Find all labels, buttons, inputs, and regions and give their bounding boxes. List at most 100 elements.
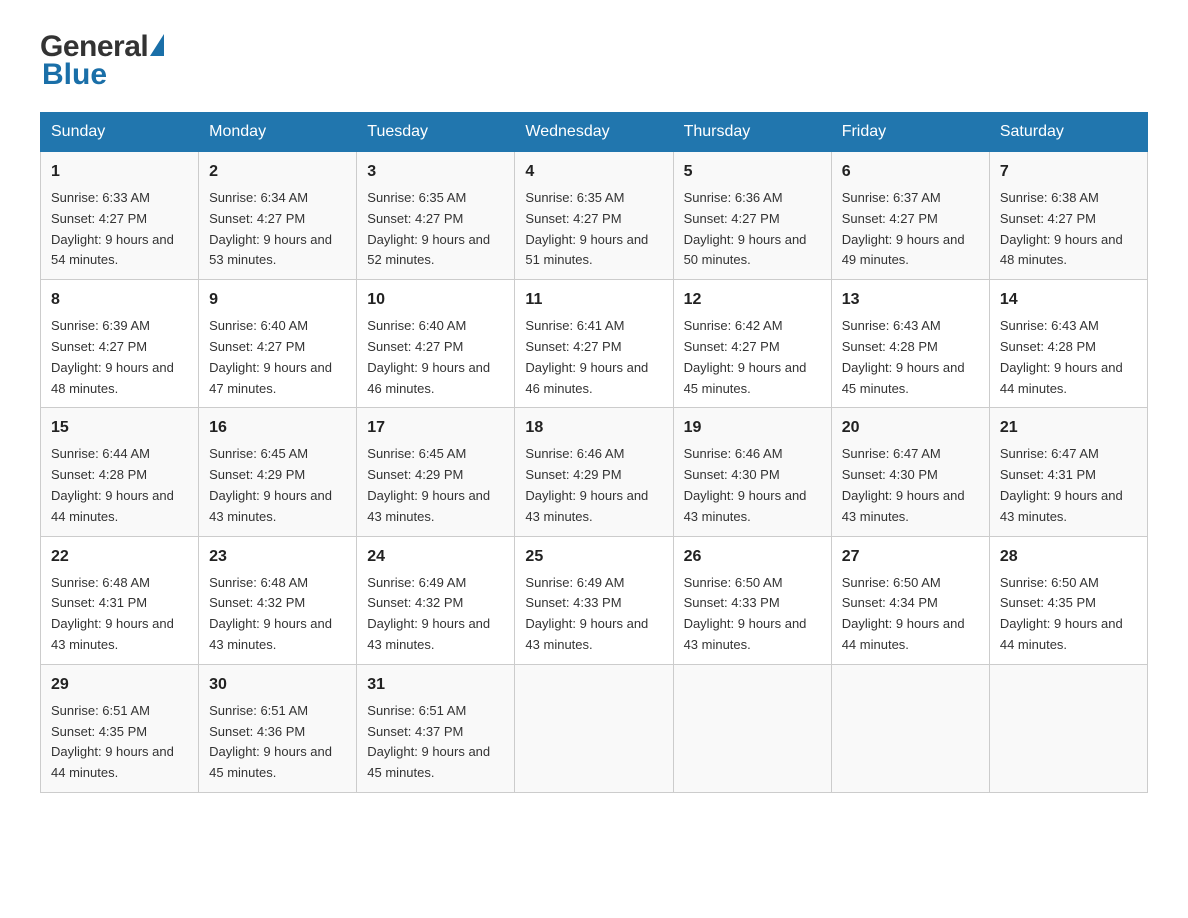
header-day-thursday: Thursday bbox=[673, 113, 831, 152]
day-info: Sunrise: 6:36 AMSunset: 4:27 PMDaylight:… bbox=[684, 188, 821, 271]
day-number: 29 bbox=[51, 673, 188, 697]
day-cell-6: 6Sunrise: 6:37 AMSunset: 4:27 PMDaylight… bbox=[831, 152, 989, 280]
day-info: Sunrise: 6:51 AMSunset: 4:36 PMDaylight:… bbox=[209, 701, 346, 784]
day-number: 21 bbox=[1000, 416, 1137, 440]
day-cell-28: 28Sunrise: 6:50 AMSunset: 4:35 PMDayligh… bbox=[989, 536, 1147, 664]
day-cell-27: 27 Sunrise: 6:50 AMSunset: 4:34 PMDayligh… bbox=[831, 536, 989, 664]
day-cell-8: 8Sunrise: 6:39 AMSunset: 4:27 PMDaylight… bbox=[41, 280, 199, 408]
header-day-saturday: Saturday bbox=[989, 113, 1147, 152]
day-cell-19: 19Sunrise: 6:46 AMSunset: 4:30 PMDayligh… bbox=[673, 408, 831, 536]
day-cell-15: 15Sunrise: 6:44 AMSunset: 4:28 PMDayligh… bbox=[41, 408, 199, 536]
day-number: 3 bbox=[367, 160, 504, 184]
header-day-friday: Friday bbox=[831, 113, 989, 152]
day-number: 18 bbox=[525, 416, 662, 440]
day-cell-1: 1 Sunrise: 6:33 AMSunset: 4:27 PMDaylight… bbox=[41, 152, 199, 280]
day-cell-11: 11 Sunrise: 6:41 AMSunset: 4:27 PMDayligh… bbox=[515, 280, 673, 408]
header-day-sunday: Sunday bbox=[41, 113, 199, 152]
week-row-3: 15Sunrise: 6:44 AMSunset: 4:28 PMDayligh… bbox=[41, 408, 1148, 536]
day-number: 9 bbox=[209, 288, 346, 312]
day-number: 27 bbox=[842, 545, 979, 569]
day-cell-5: 5 Sunrise: 6:36 AMSunset: 4:27 PMDaylight… bbox=[673, 152, 831, 280]
day-number: 11 bbox=[525, 288, 662, 312]
logo: General Blue bbox=[40, 30, 164, 92]
day-cell-30: 30 Sunrise: 6:51 AMSunset: 4:36 PMDayligh… bbox=[199, 664, 357, 792]
page-header: General Blue bbox=[40, 30, 1148, 92]
day-info: Sunrise: 6:50 AMSunset: 4:33 PMDaylight:… bbox=[684, 573, 821, 656]
day-cell-12: 12Sunrise: 6:42 AMSunset: 4:27 PMDayligh… bbox=[673, 280, 831, 408]
day-cell-17: 17 Sunrise: 6:45 AMSunset: 4:29 PMDayligh… bbox=[357, 408, 515, 536]
day-cell-23: 23 Sunrise: 6:48 AMSunset: 4:32 PMDayligh… bbox=[199, 536, 357, 664]
day-info: Sunrise: 6:48 AMSunset: 4:32 PMDaylight:… bbox=[209, 573, 346, 656]
day-info: Sunrise: 6:45 AMSunset: 4:29 PMDaylight:… bbox=[209, 444, 346, 527]
day-info: Sunrise: 6:38 AMSunset: 4:27 PMDaylight:… bbox=[1000, 188, 1137, 271]
day-number: 6 bbox=[842, 160, 979, 184]
day-info: Sunrise: 6:51 AMSunset: 4:35 PMDaylight:… bbox=[51, 701, 188, 784]
day-cell-21: 21 Sunrise: 6:47 AMSunset: 4:31 PMDayligh… bbox=[989, 408, 1147, 536]
logo-triangle-icon bbox=[150, 34, 164, 56]
day-info: Sunrise: 6:41 AMSunset: 4:27 PMDaylight:… bbox=[525, 316, 662, 399]
day-info: Sunrise: 6:43 AMSunset: 4:28 PMDaylight:… bbox=[1000, 316, 1137, 399]
day-cell-22: 22 Sunrise: 6:48 AMSunset: 4:31 PMDayligh… bbox=[41, 536, 199, 664]
day-number: 22 bbox=[51, 545, 188, 569]
day-cell-26: 26 Sunrise: 6:50 AMSunset: 4:33 PMDayligh… bbox=[673, 536, 831, 664]
day-info: Sunrise: 6:48 AMSunset: 4:31 PMDaylight:… bbox=[51, 573, 188, 656]
day-number: 15 bbox=[51, 416, 188, 440]
day-cell-13: 13Sunrise: 6:43 AMSunset: 4:28 PMDayligh… bbox=[831, 280, 989, 408]
day-number: 2 bbox=[209, 160, 346, 184]
day-info: Sunrise: 6:47 AMSunset: 4:30 PMDaylight:… bbox=[842, 444, 979, 527]
header-day-tuesday: Tuesday bbox=[357, 113, 515, 152]
day-number: 24 bbox=[367, 545, 504, 569]
day-number: 8 bbox=[51, 288, 188, 312]
day-cell-3: 3 Sunrise: 6:35 AMSunset: 4:27 PMDaylight… bbox=[357, 152, 515, 280]
day-cell-7: 7 Sunrise: 6:38 AMSunset: 4:27 PMDaylight… bbox=[989, 152, 1147, 280]
day-cell-14: 14Sunrise: 6:43 AMSunset: 4:28 PMDayligh… bbox=[989, 280, 1147, 408]
empty-cell bbox=[515, 664, 673, 792]
day-number: 10 bbox=[367, 288, 504, 312]
day-cell-31: 31 Sunrise: 6:51 AMSunset: 4:37 PMDayligh… bbox=[357, 664, 515, 792]
day-info: Sunrise: 6:40 AMSunset: 4:27 PMDaylight:… bbox=[367, 316, 504, 399]
empty-cell bbox=[673, 664, 831, 792]
day-cell-24: 24 Sunrise: 6:49 AMSunset: 4:32 PMDayligh… bbox=[357, 536, 515, 664]
header-day-wednesday: Wednesday bbox=[515, 113, 673, 152]
day-info: Sunrise: 6:51 AMSunset: 4:37 PMDaylight:… bbox=[367, 701, 504, 784]
calendar-table: SundayMondayTuesdayWednesdayThursdayFrid… bbox=[40, 112, 1148, 793]
week-row-1: 1 Sunrise: 6:33 AMSunset: 4:27 PMDaylight… bbox=[41, 152, 1148, 280]
day-info: Sunrise: 6:47 AMSunset: 4:31 PMDaylight:… bbox=[1000, 444, 1137, 527]
day-info: Sunrise: 6:35 AMSunset: 4:27 PMDaylight:… bbox=[367, 188, 504, 271]
day-cell-9: 9 Sunrise: 6:40 AMSunset: 4:27 PMDaylight… bbox=[199, 280, 357, 408]
day-number: 13 bbox=[842, 288, 979, 312]
day-number: 30 bbox=[209, 673, 346, 697]
empty-cell bbox=[831, 664, 989, 792]
day-info: Sunrise: 6:42 AMSunset: 4:27 PMDaylight:… bbox=[684, 316, 821, 399]
day-info: Sunrise: 6:49 AMSunset: 4:32 PMDaylight:… bbox=[367, 573, 504, 656]
day-info: Sunrise: 6:45 AMSunset: 4:29 PMDaylight:… bbox=[367, 444, 504, 527]
day-info: Sunrise: 6:33 AMSunset: 4:27 PMDaylight:… bbox=[51, 188, 188, 271]
day-info: Sunrise: 6:40 AMSunset: 4:27 PMDaylight:… bbox=[209, 316, 346, 399]
day-info: Sunrise: 6:34 AMSunset: 4:27 PMDaylight:… bbox=[209, 188, 346, 271]
day-info: Sunrise: 6:50 AMSunset: 4:35 PMDaylight:… bbox=[1000, 573, 1137, 656]
day-number: 23 bbox=[209, 545, 346, 569]
day-number: 5 bbox=[684, 160, 821, 184]
day-info: Sunrise: 6:49 AMSunset: 4:33 PMDaylight:… bbox=[525, 573, 662, 656]
day-cell-16: 16 Sunrise: 6:45 AMSunset: 4:29 PMDayligh… bbox=[199, 408, 357, 536]
day-info: Sunrise: 6:46 AMSunset: 4:29 PMDaylight:… bbox=[525, 444, 662, 527]
day-info: Sunrise: 6:35 AMSunset: 4:27 PMDaylight:… bbox=[525, 188, 662, 271]
day-number: 7 bbox=[1000, 160, 1137, 184]
day-cell-2: 2 Sunrise: 6:34 AMSunset: 4:27 PMDaylight… bbox=[199, 152, 357, 280]
day-number: 17 bbox=[367, 416, 504, 440]
day-info: Sunrise: 6:50 AMSunset: 4:34 PMDaylight:… bbox=[842, 573, 979, 656]
logo-blue-text: Blue bbox=[42, 58, 107, 92]
day-number: 26 bbox=[684, 545, 821, 569]
day-cell-29: 29 Sunrise: 6:51 AMSunset: 4:35 PMDayligh… bbox=[41, 664, 199, 792]
week-row-4: 22 Sunrise: 6:48 AMSunset: 4:31 PMDayligh… bbox=[41, 536, 1148, 664]
day-number: 19 bbox=[684, 416, 821, 440]
day-number: 1 bbox=[51, 160, 188, 184]
header-row: SundayMondayTuesdayWednesdayThursdayFrid… bbox=[41, 113, 1148, 152]
day-cell-25: 25Sunrise: 6:49 AMSunset: 4:33 PMDayligh… bbox=[515, 536, 673, 664]
day-cell-18: 18 Sunrise: 6:46 AMSunset: 4:29 PMDayligh… bbox=[515, 408, 673, 536]
empty-cell bbox=[989, 664, 1147, 792]
day-cell-10: 10 Sunrise: 6:40 AMSunset: 4:27 PMDayligh… bbox=[357, 280, 515, 408]
day-number: 20 bbox=[842, 416, 979, 440]
day-number: 31 bbox=[367, 673, 504, 697]
day-number: 16 bbox=[209, 416, 346, 440]
